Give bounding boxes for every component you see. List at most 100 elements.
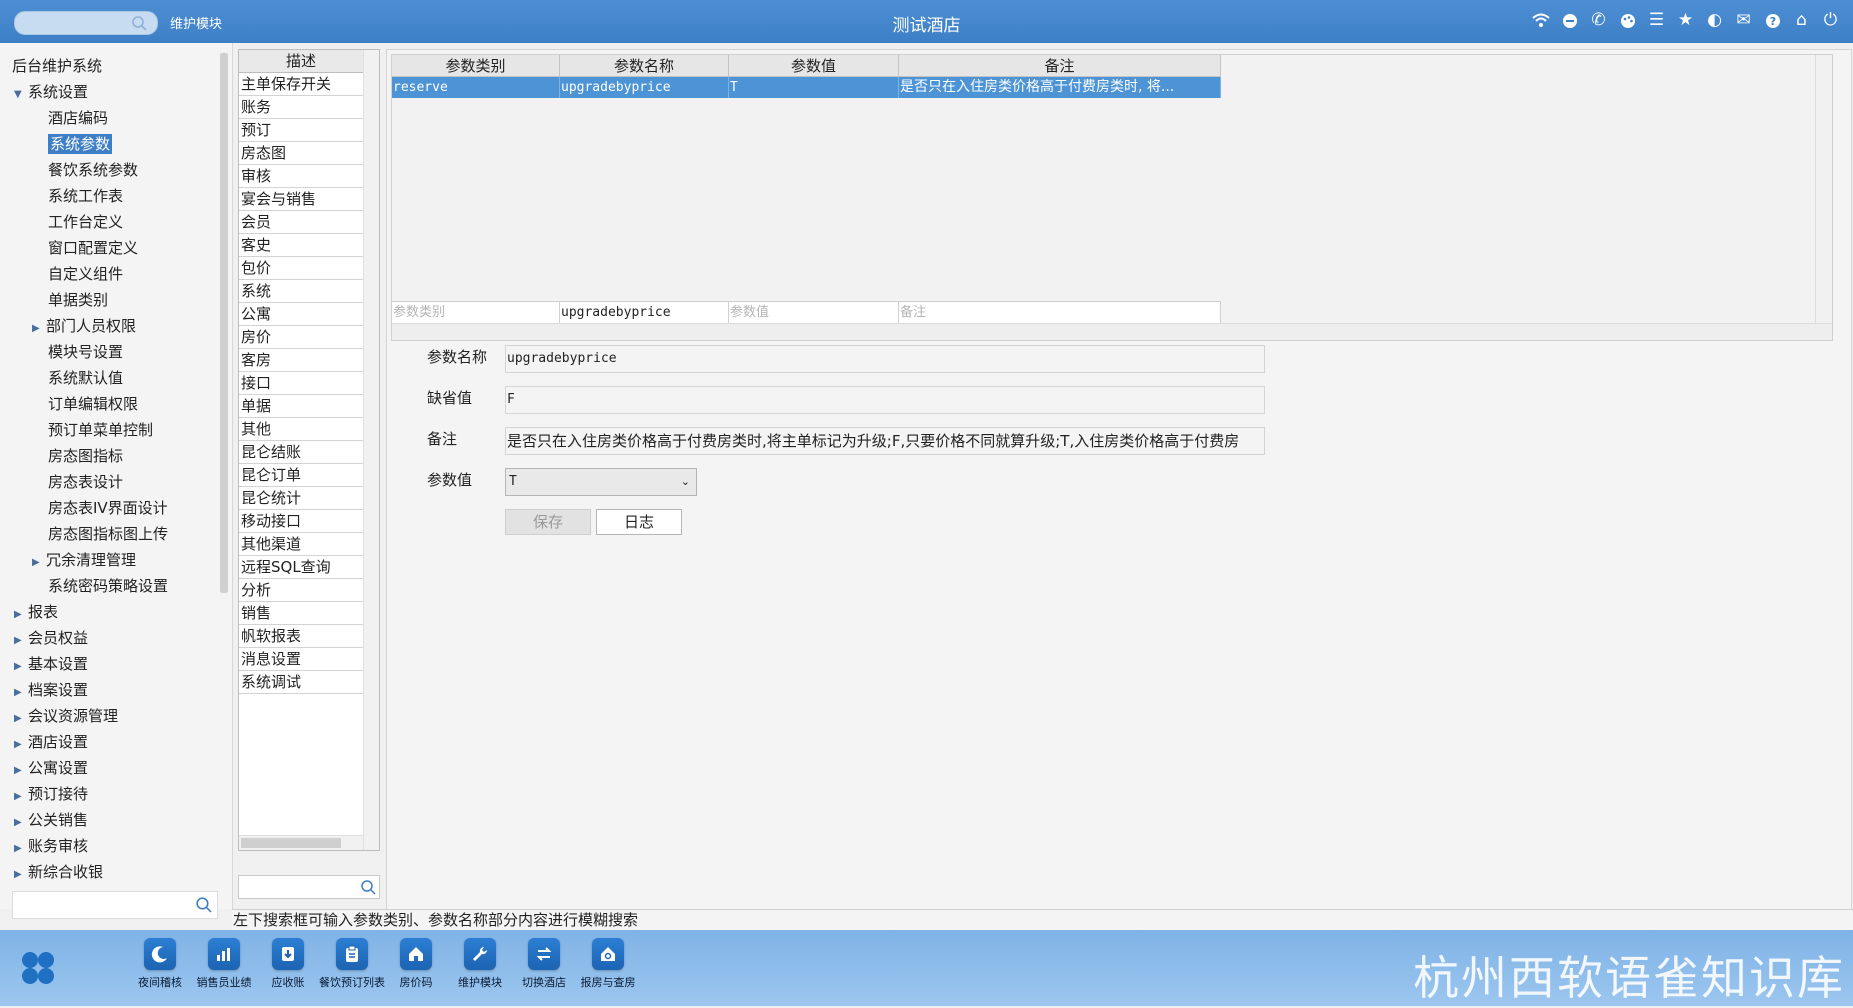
search-icon[interactable] [360, 879, 376, 895]
category-item[interactable]: 单据 [239, 395, 364, 418]
tree-item[interactable]: 房态图指标图上传 [48, 522, 168, 546]
caret-right-icon[interactable]: ▶ [14, 629, 28, 653]
tree-item[interactable]: 酒店编码 [48, 106, 108, 130]
tree-group[interactable]: ▶ 公寓设置 [14, 756, 88, 780]
remark-field[interactable]: 是否只在入住房类价格高于付费房类时,将主单标记为升级;F,只要价格不同就算升级;… [505, 427, 1265, 455]
help-icon[interactable]: ? [1762, 10, 1783, 31]
category-horizontal-scrollbar[interactable] [239, 835, 363, 850]
tree-group[interactable]: ▶ 会议资源管理 [14, 704, 118, 728]
category-item[interactable]: 客史 [239, 234, 364, 257]
filter-category-input[interactable]: 参数类别 [392, 302, 560, 324]
category-item[interactable]: 其他 [239, 418, 364, 441]
tree-item[interactable]: ▶ 冗余清理管理 [32, 548, 136, 572]
caret-right-icon[interactable]: ▶ [14, 603, 28, 627]
dock-item[interactable]: 切换酒店 [509, 938, 579, 990]
category-vertical-scrollbar[interactable] [363, 50, 379, 850]
dock-item[interactable]: 应收账 [253, 938, 323, 990]
search-icon[interactable] [195, 896, 212, 913]
tree-item[interactable]: 房态图指标 [48, 444, 123, 468]
category-item[interactable]: 昆仑结账 [239, 441, 364, 464]
category-item[interactable]: 房价 [239, 326, 364, 349]
dock-item[interactable]: 维护模块 [445, 938, 515, 990]
table-row[interactable]: reserve upgradebyprice T 是否只在入住房类价格高于付费房… [392, 77, 1221, 98]
tree-group[interactable]: ▶ 预订接待 [14, 782, 88, 806]
caret-right-icon[interactable]: ▶ [14, 863, 28, 887]
power-icon[interactable]: ⏻ [1820, 10, 1841, 31]
category-item[interactable]: 包价 [239, 257, 364, 280]
category-item[interactable]: 系统调试 [239, 671, 364, 694]
tree-root[interactable]: 后台维护系统 [12, 54, 102, 78]
tree-item[interactable]: 系统密码策略设置 [48, 574, 168, 598]
caret-right-icon[interactable]: ▶ [14, 811, 28, 835]
download-icon[interactable] [272, 938, 304, 970]
tree-group[interactable]: ▶ 账务审核 [14, 834, 88, 858]
param-value-select[interactable]: T ⌄ [505, 468, 697, 496]
tree-item[interactable]: 系统默认值 [48, 366, 123, 390]
category-item[interactable]: 消息设置 [239, 648, 364, 671]
category-item[interactable]: 公寓 [239, 303, 364, 326]
tree-group[interactable]: ▶ 基本设置 [14, 652, 88, 676]
tree-item[interactable]: 房态表设计 [48, 470, 123, 494]
tree-item[interactable]: 系统参数 [48, 132, 113, 156]
caret-right-icon[interactable]: ▶ [14, 759, 28, 783]
category-item[interactable]: 销售 [239, 602, 364, 625]
tree-search-input[interactable] [12, 891, 218, 919]
dock-item[interactable]: 房价码 [381, 938, 451, 990]
category-item[interactable]: 预订 [239, 119, 364, 142]
scrollbar-thumb[interactable] [241, 838, 341, 848]
category-item[interactable]: 移动接口 [239, 510, 364, 533]
save-button[interactable]: 保存 [505, 509, 591, 535]
category-header[interactable]: 描述 [239, 50, 364, 73]
filter-name-input[interactable]: upgradebyprice [560, 302, 729, 324]
tree-group[interactable]: ▶ 档案设置 [14, 678, 88, 702]
category-item[interactable]: 房态图 [239, 142, 364, 165]
param-name-field[interactable]: upgradebyprice [505, 345, 1265, 373]
phone-icon[interactable]: ✆ [1588, 10, 1609, 31]
filter-remark-input[interactable]: 备注 [899, 302, 1221, 324]
message-icon[interactable] [1559, 10, 1580, 31]
caret-right-icon[interactable]: ▶ [32, 551, 46, 575]
caret-right-icon[interactable]: ▶ [32, 317, 46, 341]
tree-item[interactable]: 窗口配置定义 [48, 236, 138, 260]
default-value-field[interactable]: F [505, 386, 1265, 414]
category-item[interactable]: 账务 [239, 96, 364, 119]
caret-right-icon[interactable]: ▶ [14, 655, 28, 679]
tree-item[interactable]: 系统工作表 [48, 184, 123, 208]
category-item[interactable]: 接口 [239, 372, 364, 395]
tree-item[interactable]: 房态表IV界面设计 [48, 496, 168, 520]
tree-group[interactable]: ▶ 报表 [14, 600, 58, 624]
category-item[interactable]: 会员 [239, 211, 364, 234]
column-header-value[interactable]: 参数值 [729, 55, 899, 77]
dock-item[interactable]: 夜间稽核 [125, 938, 195, 990]
column-header-name[interactable]: 参数名称 [560, 55, 729, 77]
clipboard-icon[interactable] [336, 938, 368, 970]
tree-item[interactable]: 自定义组件 [48, 262, 123, 286]
tree-scrollbar[interactable] [220, 53, 228, 593]
filter-value-input[interactable]: 参数值 [729, 302, 899, 324]
category-item[interactable]: 昆仑订单 [239, 464, 364, 487]
category-item[interactable]: 帆软报表 [239, 625, 364, 648]
moon-icon[interactable] [144, 938, 176, 970]
grid-vertical-scrollbar[interactable] [1815, 55, 1832, 323]
category-item[interactable]: 分析 [239, 579, 364, 602]
tree-item[interactable]: 餐饮系统参数 [48, 158, 138, 182]
category-item[interactable]: 其他渠道 [239, 533, 364, 556]
home-icon[interactable]: ⌂ [1791, 10, 1812, 31]
tree-item[interactable]: 单据类别 [48, 288, 108, 312]
tree-group[interactable]: ▶ 酒店设置 [14, 730, 88, 754]
tree-item[interactable]: 模块号设置 [48, 340, 123, 364]
caret-down-icon[interactable]: ▼ [14, 83, 28, 107]
wrench-icon[interactable] [464, 938, 496, 970]
house-search-icon[interactable] [592, 938, 624, 970]
category-item[interactable]: 客房 [239, 349, 364, 372]
dock-item[interactable]: 报房与查房 [573, 938, 643, 990]
tree-group[interactable]: ▶ 公关销售 [14, 808, 88, 832]
tree-group-system-settings[interactable]: ▼ 系统设置 [14, 80, 88, 104]
chart-icon[interactable] [208, 938, 240, 970]
tree-group[interactable]: ▶ 新综合收银 [14, 860, 103, 884]
category-item[interactable]: 主单保存开关 [239, 73, 364, 96]
dock-item[interactable]: 销售员业绩 [189, 938, 259, 990]
category-item[interactable]: 系统 [239, 280, 364, 303]
column-header-category[interactable]: 参数类别 [392, 55, 560, 77]
caret-right-icon[interactable]: ▶ [14, 707, 28, 731]
